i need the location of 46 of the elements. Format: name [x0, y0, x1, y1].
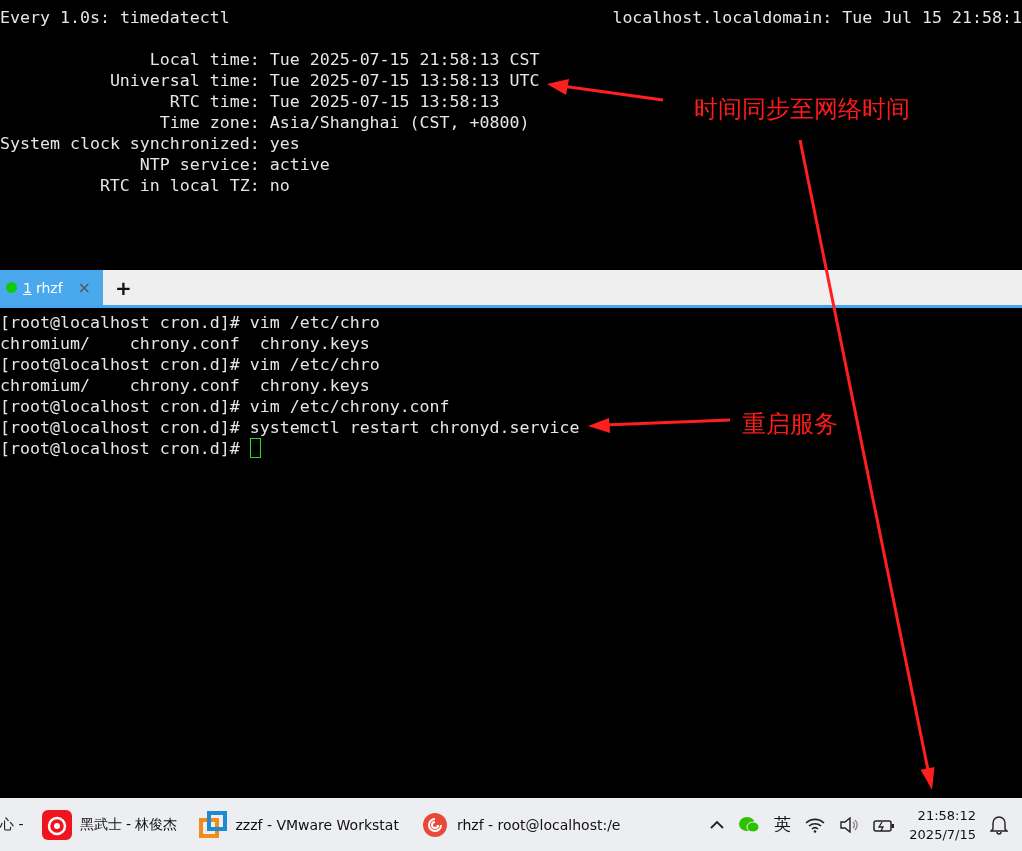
shell-prompt: [root@localhost cron.d]#	[0, 313, 240, 332]
status-label: System clock synchronized:	[0, 133, 260, 154]
taskbar-app-label[interactable]: 心 -	[0, 815, 24, 834]
shell-command: vim /etc/chro	[248, 355, 380, 374]
status-value: yes	[269, 133, 301, 154]
new-tab-button[interactable]: +	[103, 270, 144, 305]
status-label: Universal time:	[108, 70, 260, 91]
shell-command: vim /etc/chrony.conf	[248, 397, 450, 416]
status-label: Time zone:	[158, 112, 260, 133]
shell-prompt: [root@localhost cron.d]#	[0, 439, 240, 458]
status-value: active	[269, 154, 331, 175]
clock-date[interactable]: 2025/7/15	[909, 824, 976, 844]
status-label: NTP service:	[138, 154, 260, 175]
watch-command: Every 1.0s: timedatectl	[0, 7, 230, 28]
shell-command: systemctl restart chronyd.service	[248, 418, 580, 437]
input-method[interactable]: 英	[774, 813, 792, 836]
status-value: Tue 2025-07-15 13:58:13 UTC	[269, 70, 540, 91]
spiral-app-icon[interactable]	[420, 810, 449, 839]
status-value: no	[269, 175, 291, 196]
taskbar-app-label[interactable]: rhzf - root@localhost:/e	[456, 816, 621, 833]
shell-prompt: [root@localhost cron.d]#	[0, 397, 240, 416]
taskbar-app-label[interactable]: 黑武士 - 林俊杰	[79, 815, 178, 834]
taskbar-app-label[interactable]: zzzf - VMware Workstat	[235, 816, 399, 833]
speaker-icon[interactable]	[839, 816, 860, 833]
clock-time[interactable]: 21:58:12	[917, 805, 976, 825]
annotation-label: 时间同步至网络时间	[694, 94, 910, 125]
shell-prompt: [root@localhost cron.d]#	[0, 418, 240, 437]
vm-app-icon[interactable]	[199, 810, 228, 839]
status-value: Tue 2025-07-15 21:58:13 CST	[269, 49, 540, 70]
status-value: Tue 2025-07-15 13:58:13	[269, 91, 501, 112]
shell-prompt: [root@localhost cron.d]#	[0, 355, 240, 374]
status-label: RTC in local TZ:	[98, 175, 260, 196]
battery-icon[interactable]	[873, 817, 896, 832]
command-output: chromium/ chrony.conf chrony.keys	[0, 334, 370, 353]
shell-command: vim /etc/chro	[248, 313, 380, 332]
tab-label: 1 rhzf	[23, 279, 64, 296]
status-value: Asia/Shanghai (CST, +0800)	[269, 112, 531, 133]
annotation-label: 重启服务	[742, 409, 838, 440]
notification-bell-icon[interactable]	[990, 814, 1008, 835]
status-label: RTC time:	[168, 91, 260, 112]
host-time: localhost.localdomain: Tue Jul 15 21:58:1	[612, 7, 1022, 28]
music-app-icon[interactable]	[41, 809, 72, 840]
status-label: Local time:	[148, 49, 260, 70]
command-output: chromium/ chrony.conf chrony.keys	[0, 376, 370, 395]
chevron-up-icon[interactable]	[710, 819, 725, 830]
wifi-icon[interactable]	[805, 816, 826, 833]
